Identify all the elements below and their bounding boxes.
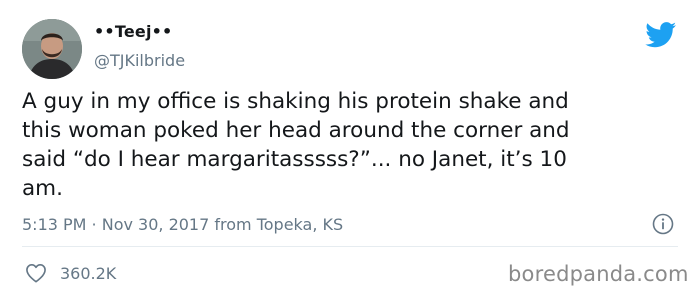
tweet-text: A guy in my office is shaking his protei…: [22, 87, 682, 203]
tweet-card: ••Teej•• @TJKilbride A guy in my office …: [0, 0, 700, 303]
divider: [22, 246, 678, 247]
tweet-text-line: am.: [22, 176, 63, 201]
avatar-image: [22, 19, 82, 79]
twitter-bird-icon[interactable]: [645, 22, 677, 48]
tweet-text-line: this woman poked her head around the cor…: [22, 118, 570, 143]
watermark: boredpanda.com: [508, 262, 689, 286]
like-count: 360.2K: [60, 264, 117, 283]
tweet-text-line: A guy in my office is shaking his protei…: [22, 89, 569, 114]
display-name[interactable]: ••Teej••: [94, 22, 172, 41]
user-handle[interactable]: @TJKilbride: [94, 51, 185, 70]
heart-icon[interactable]: [25, 263, 47, 283]
tweet-text-line: said “do I hear margaritasssss?”... no J…: [22, 147, 567, 172]
avatar[interactable]: [22, 19, 82, 79]
tweet-timestamp[interactable]: 5:13 PM · Nov 30, 2017 from Topeka, KS: [22, 215, 343, 234]
info-icon[interactable]: [652, 213, 674, 235]
